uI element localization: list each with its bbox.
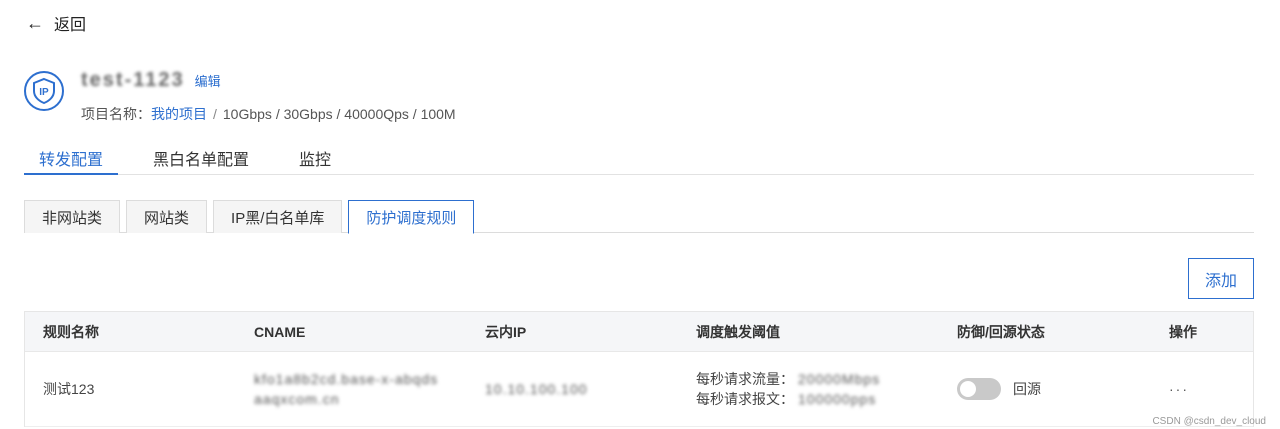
add-button[interactable]: 添加: [1188, 258, 1254, 299]
back-button[interactable]: ← 返回: [26, 11, 86, 35]
status-cell: 回源: [939, 378, 1151, 400]
edit-link[interactable]: 编辑: [195, 71, 221, 90]
column-header-threshold: 调度触发阈值: [696, 323, 780, 340]
table-header: 规则名称 CNAME 云内IP 调度触发阈值 防御/回源状态 操作: [25, 312, 1253, 352]
project-label: 项目名称：: [81, 106, 151, 122]
project-link[interactable]: 我的项目: [151, 104, 207, 124]
column-header-cname: CNAME: [254, 323, 306, 340]
svg-text:IP: IP: [39, 87, 49, 98]
subtab-website[interactable]: 网站类: [126, 200, 208, 233]
traffic-value: 20000Mbps: [798, 371, 881, 387]
main-tabs: 转发配置 黑白名单配置 监控: [24, 140, 1254, 175]
internal-ip-cell: 10.10.100.100: [467, 381, 678, 397]
watermark: CSDN @csdn_dev_cloud: [1152, 416, 1266, 427]
tab-monitoring[interactable]: 监控: [284, 140, 346, 175]
cname-cell: kfo1a8b2cd.base-x-abqds aaqxcom.cn: [236, 369, 467, 409]
cname-line-2: aaqxcom.cn: [254, 391, 340, 407]
subtab-non-website[interactable]: 非网站类: [24, 200, 121, 233]
meta-separator: /: [213, 106, 217, 122]
toggle-knob: [960, 381, 976, 397]
internal-ip-value: 10.10.100.100: [485, 381, 588, 397]
tab-forwarding-config[interactable]: 转发配置: [24, 140, 119, 175]
ip-shield-logo-icon: IP: [24, 71, 64, 111]
back-label: 返回: [54, 17, 87, 34]
sub-tabs: 非网站类 网站类 IP黑/白名单库 防护调度规则: [24, 200, 1254, 234]
actions-cell: ···: [1151, 381, 1253, 397]
packet-label: 每秒请求报文：: [696, 391, 794, 407]
instance-spec: 10Gbps / 30Gbps / 40000Qps / 100M: [222, 106, 456, 122]
subtab-ip-list-library[interactable]: IP黑/白名单库: [213, 200, 343, 233]
threshold-cell: 每秒请求流量： 20000Mbps 每秒请求报文： 100000pps: [678, 369, 939, 409]
arrow-left-icon: ←: [26, 13, 44, 33]
more-actions-icon[interactable]: ···: [1169, 381, 1189, 397]
rule-name-cell: 测试123: [43, 381, 95, 397]
column-header-internal-ip: 云内IP: [485, 323, 527, 340]
instance-name: test-1123: [81, 68, 185, 91]
column-header-actions: 操作: [1169, 323, 1197, 340]
packet-value: 100000pps: [798, 391, 877, 407]
instance-header: IP test-1123 编辑 项目名称： 我的项目 / 10Gbps / 30…: [24, 68, 456, 124]
status-label: 回源: [1013, 381, 1041, 397]
rules-table: 规则名称 CNAME 云内IP 调度触发阈值 防御/回源状态 操作 测试123 …: [24, 311, 1254, 427]
cname-line-1: kfo1a8b2cd.base-x-abqds: [254, 371, 439, 387]
traffic-label: 每秒请求流量：: [696, 371, 794, 387]
tab-blacklist-whitelist-config[interactable]: 黑白名单配置: [138, 140, 264, 175]
table-row: 测试123 kfo1a8b2cd.base-x-abqds aaqxcom.cn…: [25, 352, 1253, 427]
instance-meta: 项目名称： 我的项目 / 10Gbps / 30Gbps / 40000Qps …: [81, 104, 456, 124]
subtab-protection-scheduling-rules[interactable]: 防护调度规则: [348, 200, 475, 234]
column-header-status: 防御/回源状态: [957, 323, 1045, 340]
defense-status-toggle[interactable]: [957, 378, 1001, 400]
column-header-rule-name: 规则名称: [43, 323, 99, 340]
